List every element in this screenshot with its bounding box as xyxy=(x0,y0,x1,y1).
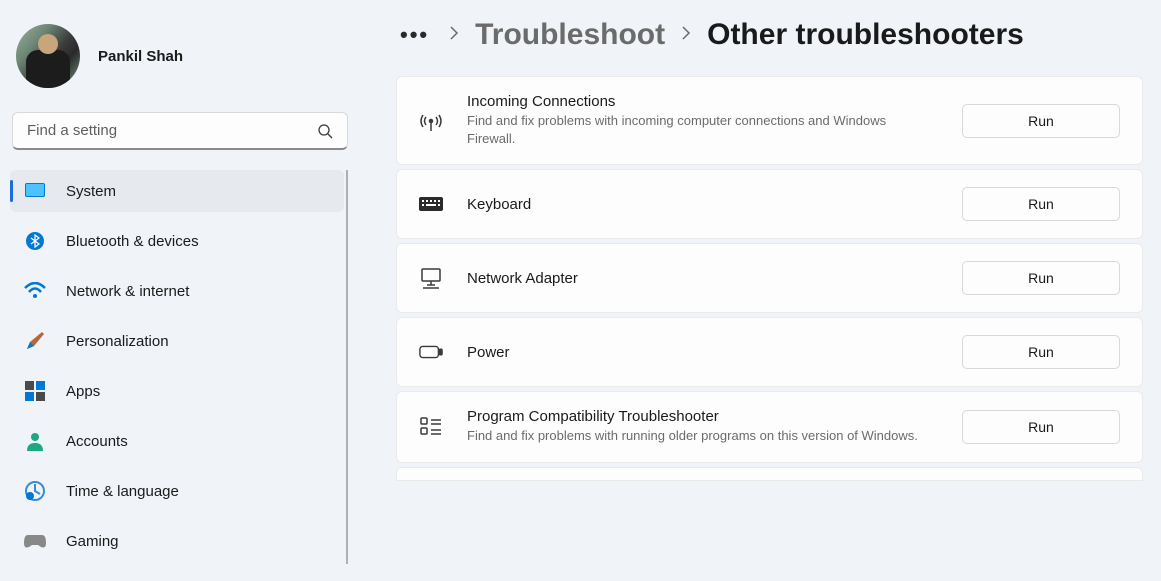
troubleshooter-power: Power Run xyxy=(396,317,1143,387)
search-box[interactable] xyxy=(12,112,348,150)
avatar xyxy=(16,24,80,88)
sidebar-item-label: Gaming xyxy=(66,533,119,550)
sidebar-item-gaming[interactable]: Gaming xyxy=(10,520,344,562)
apps-icon xyxy=(24,380,46,402)
sidebar-item-label: System xyxy=(66,183,116,200)
wifi-icon xyxy=(24,280,46,302)
card-desc: Find and fix problems with incoming comp… xyxy=(467,112,938,148)
page-title: Other troubleshooters xyxy=(707,18,1024,52)
battery-icon xyxy=(419,340,443,364)
chevron-right-icon xyxy=(449,25,459,46)
card-desc: Find and fix problems with running older… xyxy=(467,427,938,445)
troubleshooter-partial xyxy=(396,467,1143,481)
accounts-icon xyxy=(24,430,46,452)
sidebar-item-label: Apps xyxy=(66,383,100,400)
sidebar-item-accounts[interactable]: Accounts xyxy=(10,420,344,462)
sidebar-item-personalization[interactable]: Personalization xyxy=(10,320,344,362)
run-button[interactable]: Run xyxy=(962,187,1120,221)
breadcrumb-overflow[interactable]: ••• xyxy=(396,22,433,48)
paintbrush-icon xyxy=(24,330,46,352)
troubleshooter-list: Incoming Connections Find and fix proble… xyxy=(396,76,1143,481)
run-button[interactable]: Run xyxy=(962,104,1120,138)
user-profile[interactable]: Pankil Shah xyxy=(8,18,352,112)
chevron-right-icon xyxy=(681,25,691,46)
time-language-icon xyxy=(24,480,46,502)
card-text: Network Adapter xyxy=(467,270,938,287)
run-button[interactable]: Run xyxy=(962,261,1120,295)
gaming-icon xyxy=(24,530,46,552)
system-icon xyxy=(24,180,46,202)
antenna-icon xyxy=(419,109,443,133)
card-title: Incoming Connections xyxy=(467,93,938,110)
sidebar-item-label: Accounts xyxy=(66,433,128,450)
card-text: Incoming Connections Find and fix proble… xyxy=(467,93,938,148)
nav: System Bluetooth & devices Network & int… xyxy=(8,168,352,564)
card-title: Power xyxy=(467,344,938,361)
search-icon xyxy=(317,123,333,139)
sidebar-item-bluetooth[interactable]: Bluetooth & devices xyxy=(10,220,344,262)
breadcrumb-parent[interactable]: Troubleshoot xyxy=(475,18,665,52)
troubleshooter-keyboard: Keyboard Run xyxy=(396,169,1143,239)
sidebar-item-label: Personalization xyxy=(66,333,169,350)
run-button[interactable]: Run xyxy=(962,335,1120,369)
card-text: Program Compatibility Troubleshooter Fin… xyxy=(467,408,938,445)
bluetooth-icon xyxy=(24,230,46,252)
run-button[interactable]: Run xyxy=(962,410,1120,444)
main-content: ••• Troubleshoot Other troubleshooters I… xyxy=(360,0,1161,581)
card-text: Power xyxy=(467,344,938,361)
card-title: Keyboard xyxy=(467,196,938,213)
sidebar: Pankil Shah System Bluetooth & devices xyxy=(0,0,360,581)
sidebar-item-apps[interactable]: Apps xyxy=(10,370,344,412)
card-title: Program Compatibility Troubleshooter xyxy=(467,408,938,425)
search-input[interactable] xyxy=(27,122,317,139)
sidebar-item-time-language[interactable]: Time & language xyxy=(10,470,344,512)
card-text: Keyboard xyxy=(467,196,938,213)
scrollbar[interactable] xyxy=(346,170,348,564)
breadcrumb: ••• Troubleshoot Other troubleshooters xyxy=(396,18,1143,52)
user-name: Pankil Shah xyxy=(98,48,183,65)
troubleshooter-program-compatibility: Program Compatibility Troubleshooter Fin… xyxy=(396,391,1143,462)
troubleshooter-incoming-connections: Incoming Connections Find and fix proble… xyxy=(396,76,1143,165)
sidebar-item-label: Network & internet xyxy=(66,283,189,300)
card-title: Network Adapter xyxy=(467,270,938,287)
keyboard-icon xyxy=(419,192,443,216)
troubleshooter-network-adapter: Network Adapter Run xyxy=(396,243,1143,313)
sidebar-item-label: Bluetooth & devices xyxy=(66,233,199,250)
sidebar-item-label: Time & language xyxy=(66,483,179,500)
sidebar-item-system[interactable]: System xyxy=(10,170,344,212)
sidebar-item-network[interactable]: Network & internet xyxy=(10,270,344,312)
program-compat-icon xyxy=(419,415,443,439)
network-adapter-icon xyxy=(419,266,443,290)
search-container xyxy=(8,112,352,150)
